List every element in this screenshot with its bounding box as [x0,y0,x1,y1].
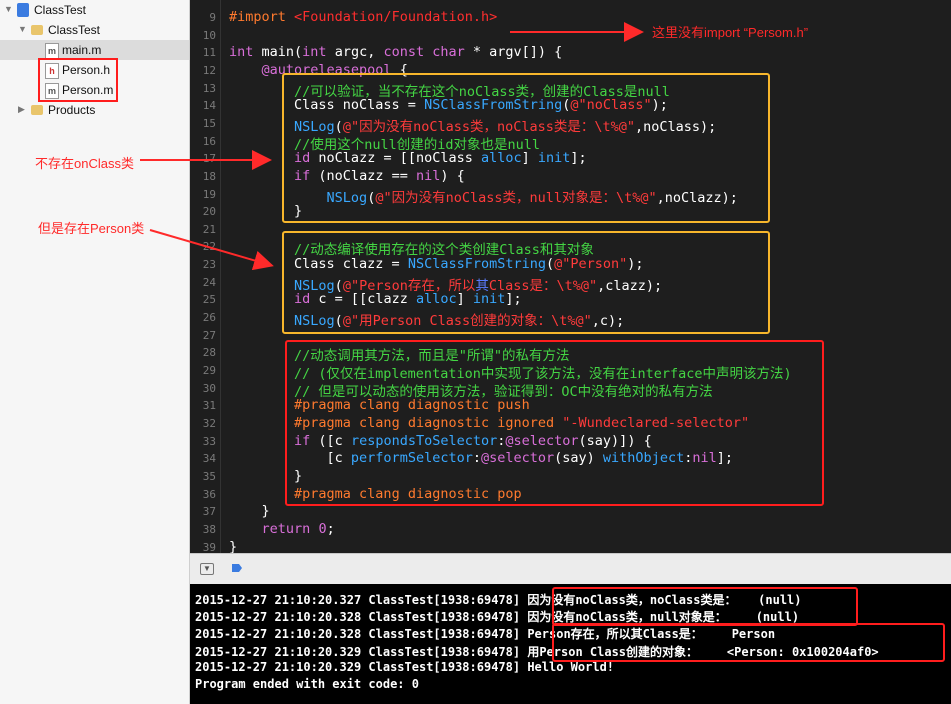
line-number: 23 [202,258,216,272]
nav-row-group[interactable]: ▼ ClassTest [0,20,189,40]
code-token: const char [383,44,465,61]
line-number: 16 [202,134,216,148]
code-token: <Foundation/Foundation.h> [294,9,498,25]
line-number: 35 [202,469,216,483]
highlight-box-person-files [38,58,118,102]
line-number: 18 [202,169,216,183]
code-token: #import [229,9,295,25]
code-line[interactable]: #import <Foundation/Foundation.h> [229,9,497,25]
hide-debug-area-icon[interactable]: ▼ [200,563,214,575]
line-number: 19 [202,187,216,201]
highlight-box-noclass [282,73,770,223]
line-number: 36 [202,487,216,501]
line-number: 12 [202,63,216,77]
line-number: 26 [202,311,216,325]
annotation-has-person: 但是存在Person类 [38,221,145,236]
code-token: return [261,520,311,537]
line-number: 10 [202,28,216,42]
line-number: 32 [202,416,216,430]
nav-item-project-label: ClassTest [34,3,87,17]
folder-icon [31,25,43,35]
disclosure-triangle-icon[interactable]: ▼ [4,4,13,14]
line-number: 13 [202,81,216,95]
line-number: 27 [202,328,216,342]
line-number: 9 [209,11,216,24]
console-line: Program ended with exit code: 0 [195,677,419,691]
code-token: * argv[]) { [464,44,563,61]
debug-bar: ▼ [190,553,951,585]
nav-row-products[interactable]: ▶ Products [0,100,189,120]
line-number-gutter: 9 10 11 12 13 14 15 16 17 18 19 20 21 22 23 24 25 26 27 28 2… [190,0,220,554]
disclosure-triangle-icon[interactable]: ▼ [18,24,27,34]
code-token: } [229,503,270,520]
nav-item-group-label: ClassTest [48,23,101,37]
folder-icon [31,105,43,115]
m-file-icon: m [45,43,59,59]
line-number: 11 [202,46,216,60]
line-number: 24 [202,275,216,289]
code-token: int [229,44,254,61]
line-number: 38 [202,522,216,536]
line-number: 25 [202,293,216,307]
line-number: 30 [202,381,216,395]
highlight-box-person [282,231,770,334]
project-navigator: ▼ ClassTest ▼ ClassTest m main.m h Perso… [0,0,190,704]
console-line: 2015-12-27 21:10:20.329 ClassTest[1938:6… [195,659,615,674]
code-line[interactable]: int main(int argc, const char * argv[]) … [229,44,562,60]
nav-row-project[interactable]: ▼ ClassTest [0,0,189,20]
nav-item-products-label: Products [48,103,96,117]
code-token: int [302,44,327,61]
line-number: 39 [202,540,216,554]
line-number: 15 [202,116,216,130]
nav-row-main-m[interactable]: m main.m [0,40,189,60]
highlight-box-console-null [552,587,858,626]
line-number: 20 [202,205,216,219]
line-number: 37 [202,505,216,519]
code-token: ; [326,520,335,537]
code-token: argc, [326,44,384,61]
code-token: main( [253,44,303,61]
code-line[interactable]: } [229,503,270,519]
breakpoint-toggle-icon[interactable] [232,564,242,572]
line-number: 33 [202,434,216,448]
line-number: 14 [202,99,216,113]
highlight-box-private-method [285,340,824,506]
line-number: 29 [202,364,216,377]
code-token: 0 [318,520,327,537]
annotation-no-class: 不存在onClass类 [35,156,134,171]
highlight-box-console-person [552,623,945,662]
disclosure-triangle-collapsed-icon[interactable]: ▶ [18,104,25,115]
line-number: 22 [202,240,216,254]
nav-item-file-label: main.m [62,43,102,57]
code-line[interactable]: return 0; [229,521,335,537]
line-number: 31 [202,399,216,413]
line-number: 28 [202,346,216,360]
line-number: 21 [202,222,216,236]
xcode-project-icon [17,3,29,17]
line-number: 17 [202,152,216,166]
annotation-no-import: 这里没有import “Persom.h” [652,25,809,40]
line-number: 34 [202,452,216,466]
